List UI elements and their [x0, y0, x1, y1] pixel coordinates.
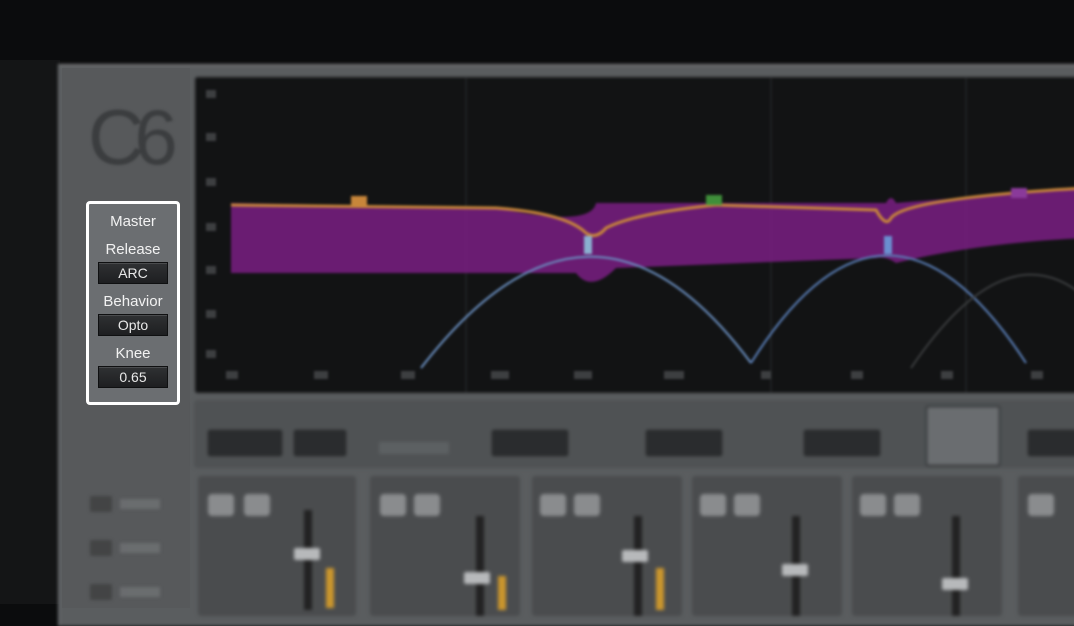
band-knob[interactable] — [894, 494, 920, 516]
band-controls — [194, 400, 1074, 616]
knee-label: Knee — [115, 345, 151, 362]
behavior-button[interactable]: Opto — [98, 314, 168, 336]
master-title: Master — [110, 213, 156, 230]
fader-track — [634, 516, 642, 616]
fader-handle[interactable] — [942, 578, 968, 590]
band-knob[interactable] — [208, 494, 234, 516]
range-toggle[interactable] — [90, 584, 160, 600]
gain-toggle[interactable] — [90, 540, 160, 556]
fader-track — [476, 516, 484, 616]
band-knob[interactable] — [380, 494, 406, 516]
band-knob[interactable] — [1028, 494, 1054, 516]
toggle-arrow-icon — [90, 584, 112, 600]
behavior-label: Behavior — [103, 293, 163, 310]
fader-handle[interactable] — [782, 564, 808, 576]
window-shadow — [0, 60, 60, 604]
fader-track — [304, 510, 312, 610]
extra-band-button[interactable] — [1028, 430, 1074, 456]
low-band-button[interactable] — [492, 430, 568, 456]
release-label: Release — [105, 241, 161, 258]
high-band-button[interactable] — [804, 430, 880, 456]
band-knob[interactable] — [574, 494, 600, 516]
frequency-graph[interactable] — [194, 76, 1074, 394]
toggle-arrow-icon — [90, 540, 112, 556]
q-panel-button[interactable] — [926, 406, 1000, 466]
knee-value-field[interactable]: 0.65 — [98, 366, 168, 388]
thresh-toggle[interactable] — [90, 496, 160, 512]
q-button[interactable] — [294, 430, 346, 456]
band-knob[interactable] — [734, 494, 760, 516]
fader-handle[interactable] — [622, 550, 648, 562]
fader-handle[interactable] — [294, 548, 320, 560]
band-knob[interactable] — [540, 494, 566, 516]
toggle-label — [120, 499, 160, 509]
gain-meter — [498, 576, 506, 610]
band-knob[interactable] — [244, 494, 270, 516]
toggle-label — [120, 543, 160, 553]
fader-handle[interactable] — [464, 572, 490, 584]
toggle-arrow-icon — [90, 496, 112, 512]
freq-button[interactable] — [208, 430, 282, 456]
gain-meter — [326, 568, 334, 608]
master-panel: Master Release ARC Behavior Opto Knee 0.… — [86, 201, 180, 405]
crossover-label — [379, 442, 449, 454]
toggle-label — [120, 587, 160, 597]
band-curve-blue-2 — [750, 254, 1027, 364]
fader-track — [952, 516, 960, 616]
band-knob[interactable] — [700, 494, 726, 516]
release-button[interactable]: ARC — [98, 262, 168, 284]
band-knob[interactable] — [860, 494, 886, 516]
band-knob[interactable] — [414, 494, 440, 516]
c6-logo: C6 — [88, 93, 178, 181]
mid-band-button[interactable] — [646, 430, 722, 456]
